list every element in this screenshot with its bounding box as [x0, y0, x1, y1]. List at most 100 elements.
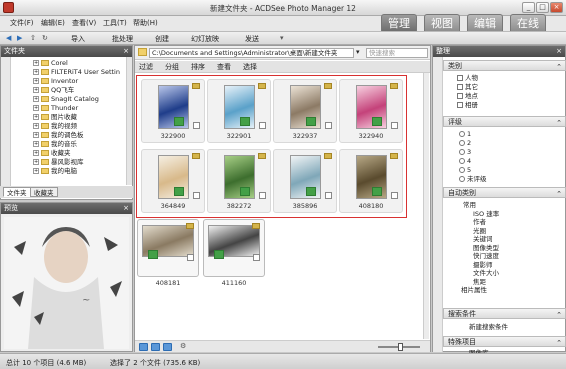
- expand-icon[interactable]: +: [33, 114, 39, 120]
- ratings-item[interactable]: 未评级: [459, 175, 487, 183]
- expand-icon[interactable]: +: [33, 150, 39, 156]
- close-icon[interactable]: ×: [123, 46, 129, 57]
- thumbnail-item[interactable]: 408181: [137, 219, 199, 287]
- folder-item[interactable]: + Corel: [33, 59, 68, 67]
- radio-icon[interactable]: [459, 149, 465, 155]
- ratings-item[interactable]: 2: [459, 139, 471, 147]
- refresh-icon[interactable]: ↻: [42, 34, 48, 42]
- expand-icon[interactable]: +: [33, 159, 39, 165]
- folder-item[interactable]: + 我的视频: [33, 122, 77, 130]
- expand-icon[interactable]: +: [33, 123, 39, 129]
- auto-item[interactable]: 快门速度: [473, 252, 499, 260]
- expand-icon[interactable]: +: [33, 141, 39, 147]
- tab-manage[interactable]: 管理: [381, 14, 417, 31]
- folder-item[interactable]: + 暴风影视库: [33, 158, 84, 166]
- auto-item[interactable]: 图像类型: [473, 244, 499, 252]
- radio-icon[interactable]: [459, 176, 465, 182]
- menu-view[interactable]: 查看(V): [72, 18, 96, 28]
- auto-item[interactable]: 关键词: [473, 235, 493, 243]
- folder-item[interactable]: + 我的调色板: [33, 131, 84, 139]
- back-icon[interactable]: ◀: [6, 34, 11, 42]
- folder-item[interactable]: + FILTERiT4 User Settin: [33, 68, 120, 76]
- path-dropdown-icon[interactable]: ▾: [356, 48, 360, 56]
- create-button[interactable]: 创建: [155, 34, 169, 44]
- close-icon[interactable]: ×: [123, 203, 129, 214]
- expand-icon[interactable]: +: [33, 69, 39, 75]
- expand-icon[interactable]: +: [33, 87, 39, 93]
- categories-item[interactable]: 人物: [457, 74, 478, 82]
- collapse-icon[interactable]: ⌃: [556, 118, 562, 128]
- expand-icon[interactable]: +: [33, 168, 39, 174]
- special-items-header[interactable]: 特殊项目 ⌃: [443, 336, 566, 347]
- categories-item[interactable]: 其它: [457, 83, 478, 91]
- view-button[interactable]: 查看: [217, 62, 231, 72]
- tag-checkbox[interactable]: [253, 254, 260, 261]
- select-button[interactable]: 选择: [243, 62, 257, 72]
- menu-tools[interactable]: 工具(T): [103, 18, 127, 28]
- ratings-item[interactable]: 5: [459, 166, 471, 174]
- auto-item[interactable]: 作者: [473, 218, 486, 226]
- checkbox-icon[interactable]: [457, 102, 463, 108]
- maximize-button[interactable]: □: [536, 2, 549, 13]
- tab-favorites[interactable]: 收藏夹: [30, 187, 58, 197]
- folder-item[interactable]: + Inventor: [33, 77, 78, 85]
- checkbox-icon[interactable]: [457, 75, 463, 81]
- group-button[interactable]: 分组: [165, 62, 179, 72]
- folder-item[interactable]: + SnagIt Catalog: [33, 95, 99, 103]
- ratings-item[interactable]: 3: [459, 148, 471, 156]
- list-scrollbar[interactable]: [423, 73, 429, 339]
- auto-item[interactable]: 文件大小: [473, 269, 499, 277]
- tab-online[interactable]: 在线: [510, 14, 546, 31]
- batch-button[interactable]: 批处理: [112, 34, 133, 44]
- ratings-item[interactable]: 4: [459, 157, 471, 165]
- radio-icon[interactable]: [459, 158, 465, 164]
- radio-icon[interactable]: [459, 167, 465, 173]
- minimize-button[interactable]: _: [522, 2, 535, 13]
- collapse-icon[interactable]: ⌃: [556, 62, 562, 72]
- ratings-item[interactable]: 1: [459, 130, 471, 138]
- collapse-icon[interactable]: ⌃: [556, 189, 562, 199]
- ratings-header[interactable]: 评级 ⌃: [443, 116, 566, 127]
- folder-item[interactable]: + Thunder: [33, 104, 78, 112]
- size-slider-handle[interactable]: [398, 343, 403, 351]
- collapse-icon[interactable]: ⌃: [556, 338, 562, 348]
- path-field[interactable]: C:\Documents and Settings\Administrator\…: [149, 48, 354, 58]
- close-icon[interactable]: ×: [556, 46, 562, 57]
- close-button[interactable]: ×: [550, 2, 563, 13]
- list-icon[interactable]: [163, 343, 172, 351]
- saved-searches-header[interactable]: 搜索条件 ⌃: [443, 308, 566, 319]
- details-icon[interactable]: [139, 343, 148, 351]
- filter-button[interactable]: 过滤: [139, 62, 153, 72]
- slideshow-button[interactable]: 幻灯放映: [191, 34, 219, 44]
- expand-icon[interactable]: +: [33, 132, 39, 138]
- folder-item[interactable]: + 我的音乐: [33, 140, 77, 148]
- tree-scrollbar[interactable]: [126, 57, 132, 185]
- categories-item[interactable]: 相册: [457, 101, 478, 109]
- tab-edit[interactable]: 编辑: [467, 14, 503, 31]
- forward-icon[interactable]: ▶: [17, 34, 22, 42]
- expand-icon[interactable]: +: [33, 78, 39, 84]
- radio-icon[interactable]: [459, 140, 465, 146]
- collapse-icon[interactable]: ⌃: [556, 310, 562, 320]
- saved-item[interactable]: 新建搜索条件: [469, 323, 508, 331]
- options-icon[interactable]: ▾: [280, 34, 284, 42]
- auto-item[interactable]: 光圈: [473, 227, 486, 235]
- tag-checkbox[interactable]: [187, 254, 194, 261]
- auto-categories-header[interactable]: 自动类别 ⌃: [443, 187, 566, 198]
- quick-search-input[interactable]: 快速搜索: [366, 48, 428, 58]
- up-icon[interactable]: ⇧: [30, 34, 36, 42]
- auto-item[interactable]: 摄影师: [473, 261, 493, 269]
- categories-item[interactable]: 地点: [457, 92, 478, 100]
- menu-edit[interactable]: 编辑(E): [41, 18, 65, 28]
- zoom-icon[interactable]: ⚙: [180, 342, 186, 350]
- send-button[interactable]: 发送: [245, 34, 259, 44]
- thumbnail-item[interactable]: 411160: [203, 219, 265, 287]
- import-button[interactable]: 导入: [71, 34, 85, 44]
- tab-folders[interactable]: 文件夹: [3, 187, 31, 197]
- thumbnails-icon[interactable]: [151, 343, 160, 351]
- folder-item[interactable]: + QQ飞车: [33, 86, 74, 94]
- folder-item[interactable]: + 收藏夹: [33, 149, 71, 157]
- folder-item[interactable]: + 图片收藏: [33, 113, 77, 121]
- checkbox-icon[interactable]: [457, 84, 463, 90]
- menu-file[interactable]: 文件(F): [10, 18, 34, 28]
